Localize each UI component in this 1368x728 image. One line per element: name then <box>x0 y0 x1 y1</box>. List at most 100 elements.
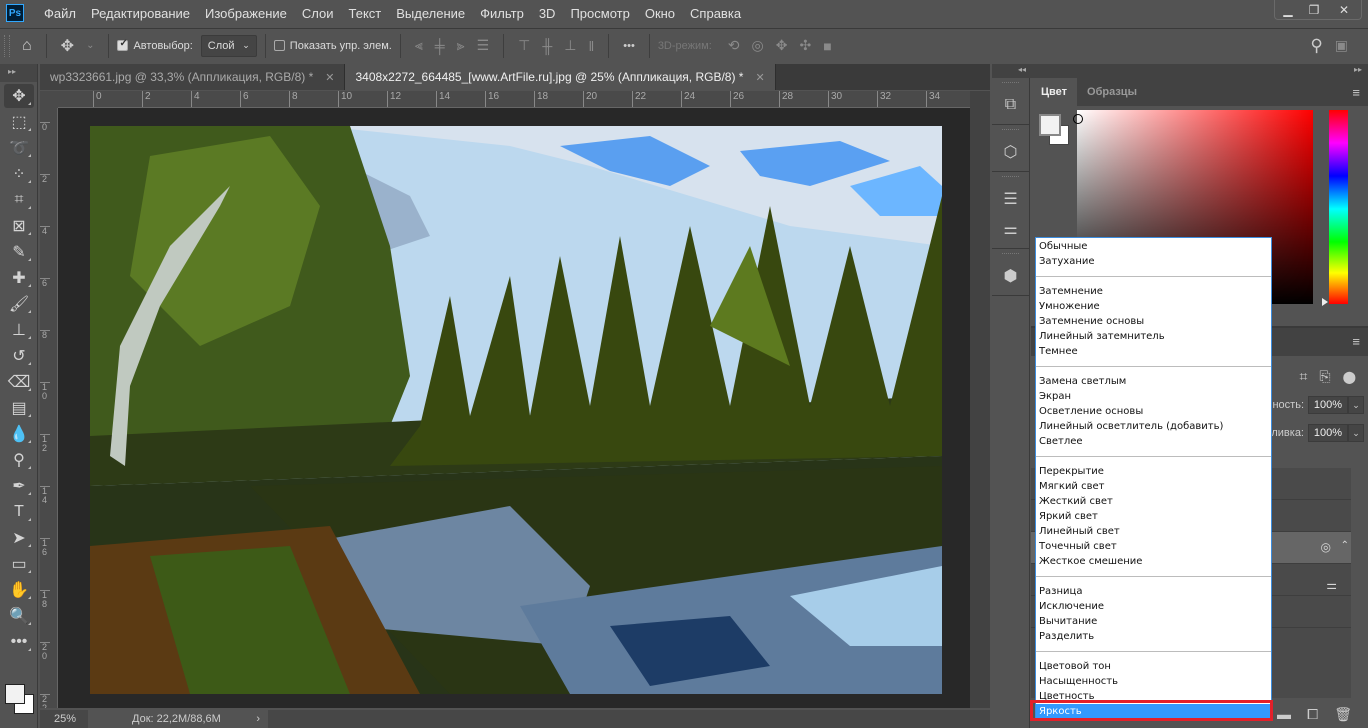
auto-select-target-dropdown[interactable]: Слой ⌄ <box>200 34 257 57</box>
blend-mode-option[interactable]: Затемнение <box>1036 284 1271 299</box>
foreground-color-swatch[interactable] <box>5 684 25 704</box>
close-button[interactable]: ✕ <box>1327 0 1361 19</box>
transform-lock-icon[interactable]: ⌗ <box>1299 368 1307 385</box>
blend-mode-option[interactable]: Замена светлым <box>1036 374 1271 389</box>
blend-mode-option[interactable]: Экран <box>1036 389 1271 404</box>
brush-settings-icon[interactable]: ☰ <box>992 184 1029 214</box>
search-icon[interactable]: ⚲ <box>1310 36 1322 56</box>
align-left-icon[interactable]: ⫷ <box>415 37 423 54</box>
menu-5[interactable]: Выделение <box>396 6 465 21</box>
ruler-origin[interactable] <box>40 91 58 108</box>
blend-mode-option[interactable]: Насыщенность <box>1036 674 1271 689</box>
menu-8[interactable]: Просмотр <box>570 6 629 21</box>
minimize-button[interactable]: ▁ <box>1275 0 1301 19</box>
edit-toolbar[interactable]: ••• <box>4 630 34 654</box>
align-hcenter-icon[interactable]: ╪ <box>435 38 445 54</box>
restore-button[interactable]: ❐ <box>1301 0 1327 19</box>
close-tab-icon[interactable]: ✕ <box>755 71 764 84</box>
document-image[interactable] <box>90 126 942 694</box>
blend-mode-option[interactable]: Яркость <box>1036 704 1271 719</box>
new-group-icon[interactable]: ▬ <box>1277 706 1291 722</box>
history-brush-tool[interactable]: ↺ <box>4 344 34 368</box>
blend-mode-option[interactable]: Разница <box>1036 584 1271 599</box>
collapse-right-icon[interactable]: ▸▸ <box>1354 65 1362 74</box>
blend-mode-option[interactable]: Яркий свет <box>1036 509 1271 524</box>
zoom-level[interactable]: 25% <box>40 713 88 725</box>
menu-2[interactable]: Изображение <box>205 6 287 21</box>
align-bottom-icon[interactable]: ⊥ <box>564 37 576 54</box>
home-icon[interactable]: ⌂ <box>22 37 32 55</box>
blend-mode-option[interactable]: Затухание <box>1036 254 1271 269</box>
blend-mode-option[interactable]: Вычитание <box>1036 614 1271 629</box>
move-tool[interactable]: ✥ <box>4 84 34 108</box>
blend-mode-option[interactable]: Цветность <box>1036 689 1271 704</box>
collapse-left-icon[interactable]: ◂◂ <box>1018 65 1026 74</box>
layers-menu-icon[interactable]: ≡ <box>1352 334 1360 349</box>
tab-color[interactable]: Цвет <box>1031 78 1078 106</box>
align-vcenter-icon[interactable]: ╫ <box>542 38 552 54</box>
adjustments-icon[interactable]: ⚌ <box>992 214 1029 244</box>
toolbar-collapse-icon[interactable]: ▸▸ <box>0 64 37 82</box>
healing-brush-tool[interactable]: ✚ <box>4 266 34 290</box>
dodge-tool[interactable]: ⚲ <box>4 448 34 472</box>
blend-mode-option[interactable]: Затемнение основы <box>1036 314 1271 329</box>
chevron-up-icon[interactable]: ⌃ <box>1341 540 1349 551</box>
menu-9[interactable]: Окно <box>645 6 675 21</box>
tab-document-1[interactable]: wp3323661.jpg @ 33,3% (Аппликация, RGB/8… <box>40 64 346 90</box>
hue-slider-handle[interactable] <box>1322 298 1328 306</box>
menu-0[interactable]: Файл <box>44 6 76 21</box>
pen-tool[interactable]: ✒ <box>4 474 34 498</box>
delete-layer-icon[interactable]: 🗑 <box>1334 706 1352 723</box>
quick-selection-tool[interactable]: ⁘ <box>4 162 34 186</box>
show-transform-checkbox[interactable] <box>273 40 285 51</box>
blur-tool[interactable]: 💧 <box>4 422 34 446</box>
tab-document-2[interactable]: 3408x2272_664485_[www.ArtFile.ru].jpg @ … <box>345 64 776 90</box>
fill-chevron-icon[interactable]: ⌄ <box>1348 424 1364 442</box>
align-right-icon[interactable]: ⫸ <box>457 37 465 54</box>
blend-mode-option[interactable]: Исключение <box>1036 599 1271 614</box>
vertical-scrollbar[interactable] <box>970 91 990 708</box>
options-grip[interactable] <box>4 34 10 57</box>
menu-1[interactable]: Редактирование <box>91 6 190 21</box>
distribute-vertical-icon[interactable]: ‖ <box>588 38 594 54</box>
blend-mode-option[interactable]: Линейный свет <box>1036 524 1271 539</box>
blend-mode-option[interactable]: Жесткое смешение <box>1036 554 1271 569</box>
blend-mode-option[interactable]: Цветовой тон <box>1036 659 1271 674</box>
canvas-area[interactable] <box>58 108 970 708</box>
tool-preset-chevron-icon[interactable]: ⌄ <box>86 40 94 51</box>
move-tool-icon[interactable]: ✥ <box>61 36 74 56</box>
distribute-horizontal-icon[interactable]: ☰ <box>477 37 490 54</box>
hand-tool[interactable]: ✋ <box>4 578 34 602</box>
document-info[interactable]: Док: 22,2M/88,6M › <box>88 710 268 728</box>
3d-orbit-icon[interactable]: ⟲ <box>728 37 740 54</box>
layer-filter-icon[interactable]: ⚌ <box>1326 578 1337 592</box>
chevron-right-icon[interactable]: › <box>256 713 260 725</box>
3d-pan-icon[interactable]: ✥ <box>776 37 788 54</box>
opacity-chevron-icon[interactable]: ⌄ <box>1348 396 1364 414</box>
menu-4[interactable]: Текст <box>349 6 382 21</box>
fill-input[interactable]: 100% <box>1308 424 1348 442</box>
more-options-icon[interactable]: ••• <box>623 40 635 52</box>
crop-tool[interactable]: ⌗ <box>4 188 34 212</box>
artboard-lock-icon[interactable]: ⎘ <box>1319 368 1330 385</box>
menu-3[interactable]: Слои <box>302 6 334 21</box>
blend-mode-option[interactable]: Темнее <box>1036 344 1271 359</box>
3d-panel-icon[interactable]: ⬡ <box>992 137 1029 167</box>
vertical-ruler[interactable]: 0 2 4 6 8 10 12 14 16 18 20 22 <box>40 108 58 708</box>
history-panel-icon[interactable]: ⧉ <box>992 90 1029 120</box>
close-tab-icon[interactable]: ✕ <box>325 71 334 84</box>
blend-mode-option[interactable]: Осветление основы <box>1036 404 1271 419</box>
path-selection-tool[interactable]: ➤ <box>4 526 34 550</box>
dock-collapse-bar[interactable]: ◂◂ ▸▸ <box>992 64 1368 78</box>
horizontal-ruler[interactable]: 024681012141618202224262830323436 <box>58 91 970 108</box>
opacity-input[interactable]: 100% <box>1308 396 1348 414</box>
3d-slide-icon[interactable]: ✣ <box>799 37 811 54</box>
3d-cube-icon[interactable]: ⬢ <box>992 261 1029 291</box>
blend-mode-option[interactable]: Линейный осветлитель (добавить) <box>1036 419 1271 434</box>
menu-10[interactable]: Справка <box>690 6 741 21</box>
hue-slider[interactable] <box>1329 110 1348 304</box>
new-layer-icon[interactable]: ⧠ <box>1307 706 1318 723</box>
blend-mode-option[interactable]: Светлее <box>1036 434 1271 449</box>
3d-camera-icon[interactable]: ■ <box>823 38 831 54</box>
color-picker-cursor[interactable] <box>1073 114 1083 124</box>
